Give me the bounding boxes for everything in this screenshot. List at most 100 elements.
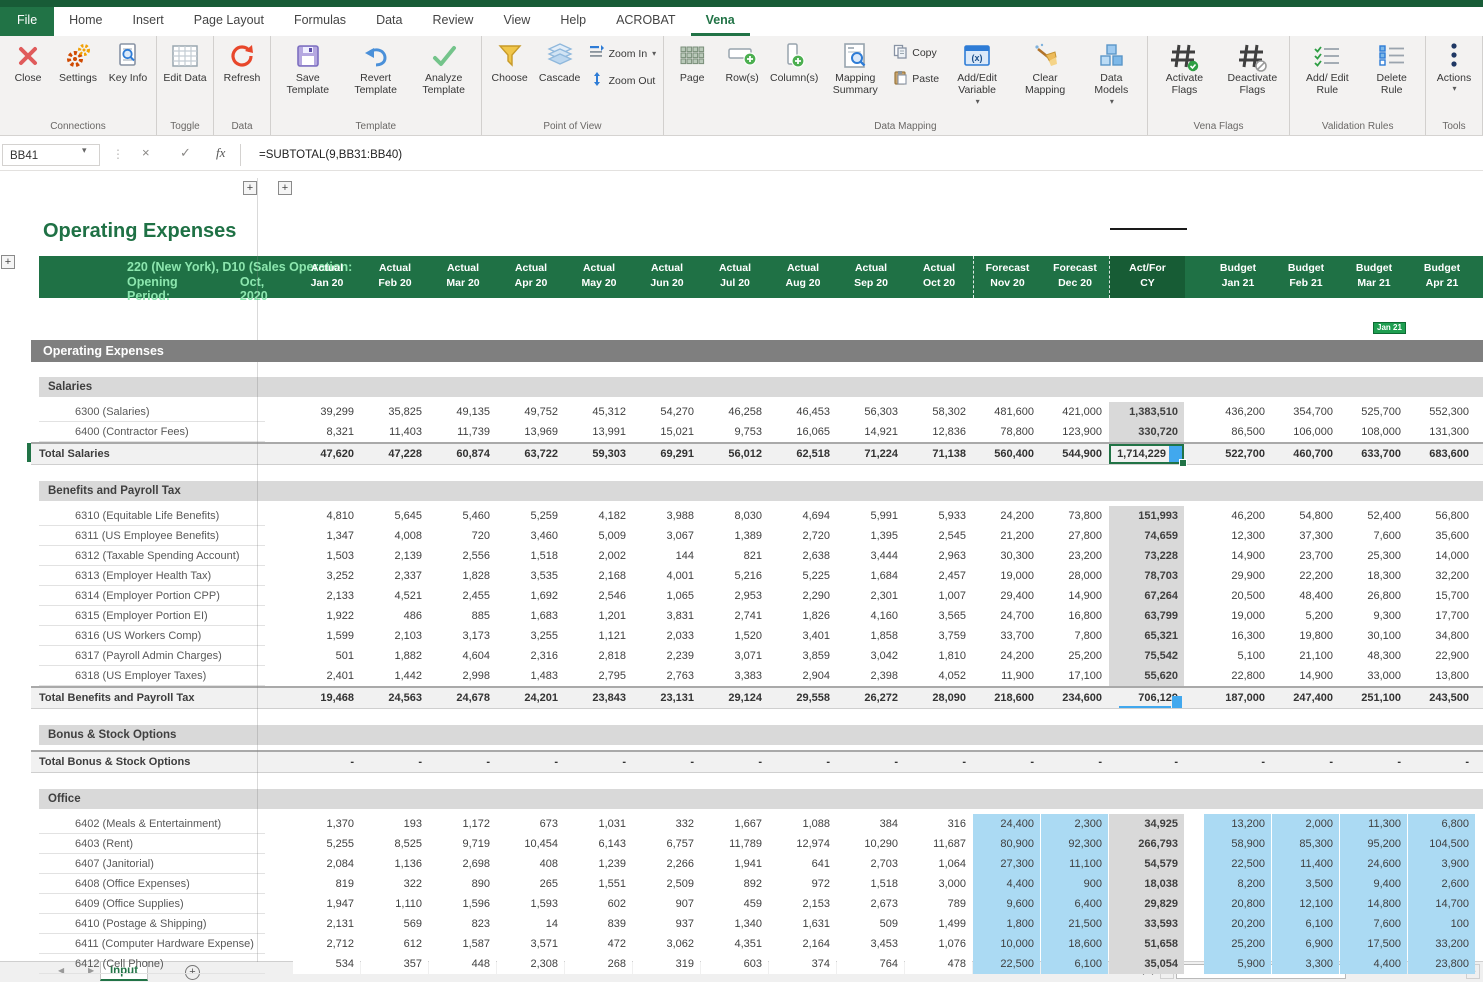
cell[interactable]: 972 bbox=[769, 874, 836, 894]
tab-formulas[interactable]: Formulas bbox=[279, 7, 361, 36]
cell[interactable]: 20,800 bbox=[1204, 894, 1271, 914]
cell[interactable]: 839 bbox=[565, 914, 632, 934]
cell[interactable]: 22,200 bbox=[1272, 566, 1339, 586]
cell[interactable]: - bbox=[905, 752, 972, 772]
cell[interactable]: 2,455 bbox=[429, 586, 496, 606]
deactivate-flags-button[interactable]: Deactivate Flags bbox=[1218, 36, 1286, 97]
cell[interactable]: 131,300 bbox=[1408, 422, 1475, 442]
cell[interactable]: 59,303 bbox=[565, 444, 632, 464]
cell[interactable]: 3,571 bbox=[497, 934, 564, 954]
cell[interactable]: 459 bbox=[701, 894, 768, 914]
cell[interactable]: 73,800 bbox=[1041, 506, 1108, 526]
cell[interactable]: 821 bbox=[701, 546, 768, 566]
account-row-label[interactable]: 6403 (Rent) bbox=[31, 834, 293, 854]
tab-view[interactable]: View bbox=[488, 7, 545, 36]
cell[interactable]: 7,600 bbox=[1340, 526, 1407, 546]
refresh-button[interactable]: Refresh bbox=[217, 36, 267, 84]
actions-button[interactable]: Actions▾ bbox=[1429, 36, 1479, 94]
cell[interactable]: 316 bbox=[905, 814, 972, 834]
cell[interactable]: 3,042 bbox=[837, 646, 904, 666]
cell[interactable]: 11,403 bbox=[361, 422, 428, 442]
cell[interactable]: 1,922 bbox=[293, 606, 360, 626]
cell[interactable]: 478 bbox=[905, 954, 972, 974]
cell[interactable]: - bbox=[633, 752, 700, 772]
cascade-button[interactable]: Cascade bbox=[535, 36, 585, 84]
cell[interactable]: 1,683 bbox=[497, 606, 564, 626]
cell[interactable]: 9,300 bbox=[1340, 606, 1407, 626]
cell[interactable]: 509 bbox=[837, 914, 904, 934]
column-group-expand-button[interactable]: + bbox=[278, 181, 292, 195]
cell[interactable]: 603 bbox=[701, 954, 768, 974]
cell[interactable]: 6,143 bbox=[565, 834, 632, 854]
cell[interactable]: 1,882 bbox=[361, 646, 428, 666]
cell[interactable]: 2,720 bbox=[769, 526, 836, 546]
cell[interactable]: 819 bbox=[293, 874, 360, 894]
cell[interactable]: 18,600 bbox=[1041, 934, 1108, 954]
cell[interactable]: 1,442 bbox=[361, 666, 428, 686]
cell[interactable]: 2,103 bbox=[361, 626, 428, 646]
cancel-entry-icon[interactable]: × bbox=[142, 145, 150, 160]
cell[interactable]: 12,836 bbox=[905, 422, 972, 442]
cell[interactable]: 486 bbox=[361, 606, 428, 626]
cell[interactable]: 1,714,229 bbox=[1109, 444, 1184, 464]
settings-button[interactable]: Settings bbox=[53, 36, 103, 84]
cell[interactable]: 26,800 bbox=[1340, 586, 1407, 606]
cell[interactable]: 472 bbox=[565, 934, 632, 954]
cell[interactable]: 21,200 bbox=[973, 526, 1040, 546]
cell[interactable]: 5,933 bbox=[905, 506, 972, 526]
cell[interactable]: - bbox=[769, 752, 836, 772]
cell[interactable]: 1,684 bbox=[837, 566, 904, 586]
column-group-expand-button[interactable]: + bbox=[243, 181, 257, 195]
cell[interactable]: 18,038 bbox=[1109, 874, 1184, 894]
cell[interactable]: 5,259 bbox=[497, 506, 564, 526]
cell[interactable]: 1,340 bbox=[701, 914, 768, 934]
cell[interactable]: 1,110 bbox=[361, 894, 428, 914]
cell[interactable]: 13,969 bbox=[497, 422, 564, 442]
cell[interactable]: 22,500 bbox=[1204, 854, 1271, 874]
add-edit-rule-button[interactable]: Add/ Edit Rule bbox=[1293, 36, 1361, 97]
cell[interactable]: 19,800 bbox=[1272, 626, 1339, 646]
cell[interactable]: 612 bbox=[361, 934, 428, 954]
column-header-actual-apr-20[interactable]: ActualApr 20 bbox=[497, 256, 565, 298]
cell[interactable]: 39,299 bbox=[293, 402, 360, 422]
cell[interactable]: 907 bbox=[633, 894, 700, 914]
cell[interactable]: 569 bbox=[361, 914, 428, 934]
close-button[interactable]: Close bbox=[3, 36, 53, 84]
cell[interactable]: 2,673 bbox=[837, 894, 904, 914]
cell[interactable]: 266,793 bbox=[1109, 834, 1184, 854]
cell[interactable]: 14,800 bbox=[1340, 894, 1407, 914]
cell[interactable]: 187,000 bbox=[1204, 688, 1271, 708]
copy-button[interactable]: Copy bbox=[893, 44, 939, 62]
tab-data[interactable]: Data bbox=[361, 7, 417, 36]
cell[interactable]: 104,500 bbox=[1408, 834, 1475, 854]
cell[interactable]: 47,228 bbox=[361, 444, 428, 464]
cell[interactable]: 5,255 bbox=[293, 834, 360, 854]
tab-vena[interactable]: Vena bbox=[691, 7, 750, 36]
cell[interactable]: 2,084 bbox=[293, 854, 360, 874]
cell[interactable]: 2,795 bbox=[565, 666, 632, 686]
cell[interactable]: 14,900 bbox=[1204, 546, 1271, 566]
edit-data-button[interactable]: Edit Data bbox=[160, 36, 210, 84]
cell[interactable]: 3,255 bbox=[497, 626, 564, 646]
cell[interactable]: 2,998 bbox=[429, 666, 496, 686]
cell[interactable]: 1,518 bbox=[497, 546, 564, 566]
cell[interactable]: 106,000 bbox=[1272, 422, 1339, 442]
cell[interactable]: 544,900 bbox=[1041, 444, 1108, 464]
cell[interactable]: 2,401 bbox=[293, 666, 360, 686]
cell[interactable]: 1,947 bbox=[293, 894, 360, 914]
cell[interactable]: 74,659 bbox=[1109, 526, 1184, 546]
cell[interactable]: 11,400 bbox=[1272, 854, 1339, 874]
cell[interactable]: 1,520 bbox=[701, 626, 768, 646]
cell[interactable]: 14,921 bbox=[837, 422, 904, 442]
cell[interactable]: 49,135 bbox=[429, 402, 496, 422]
column-header-actual-sep-20[interactable]: ActualSep 20 bbox=[837, 256, 905, 298]
cell[interactable]: 33,200 bbox=[1408, 934, 1475, 954]
cell[interactable]: 23,843 bbox=[565, 688, 632, 708]
account-row-label[interactable]: 6316 (US Workers Comp) bbox=[31, 626, 293, 646]
cell[interactable]: 633,700 bbox=[1340, 444, 1407, 464]
cell[interactable]: 4,351 bbox=[701, 934, 768, 954]
column-header-actual-jan-20[interactable]: ActualJan 20 bbox=[293, 256, 361, 298]
cell[interactable]: 4,052 bbox=[905, 666, 972, 686]
cell[interactable]: 5,225 bbox=[769, 566, 836, 586]
cell[interactable]: 29,400 bbox=[973, 586, 1040, 606]
